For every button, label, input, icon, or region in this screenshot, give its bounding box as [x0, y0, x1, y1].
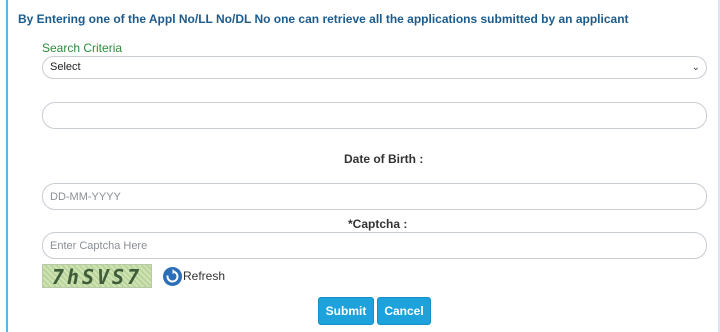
search-criteria-select[interactable]: Select ⌄ [42, 56, 707, 79]
search-criteria-label: Search Criteria [42, 41, 123, 55]
captcha-image: 7hSVS7 [42, 264, 152, 289]
captcha-input[interactable] [42, 232, 707, 259]
chevron-down-icon: ⌄ [691, 62, 700, 73]
dob-label: Date of Birth : [344, 152, 424, 166]
application-number-input[interactable] [42, 102, 707, 129]
refresh-captcha-button[interactable]: Refresh [163, 266, 225, 286]
left-border [6, 0, 8, 332]
refresh-icon [163, 266, 182, 286]
info-message: By Entering one of the Appl No/LL No/DL … [18, 12, 629, 26]
captcha-image-text: 7hSVS7 [51, 265, 143, 289]
captcha-label: *Captcha : [348, 217, 408, 231]
search-criteria-selected-value: Select [50, 61, 81, 73]
dob-input[interactable] [42, 183, 707, 210]
submit-button[interactable]: Submit [318, 297, 374, 325]
refresh-label: Refresh [183, 269, 226, 283]
cancel-button[interactable]: Cancel [377, 297, 431, 325]
